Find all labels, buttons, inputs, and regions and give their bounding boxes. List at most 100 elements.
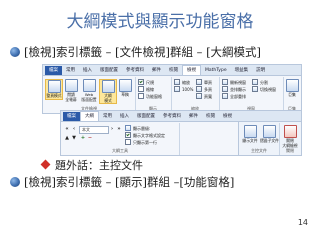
collapse-subdocuments-icon: [262, 125, 276, 138]
zoom-button-3[interactable]: 多頁: [196, 86, 212, 92]
close-outline-view-button[interactable]: 關閉 大綱檢視: [281, 125, 299, 148]
bullet-text: [檢視]索引標籤 – [文件檢視]群組 – [大綱模式]: [24, 45, 262, 59]
tab-view-3[interactable]: 版面配置: [96, 66, 122, 75]
document-view-icon: [47, 80, 61, 93]
window-button-4[interactable]: 切換視窗: [252, 86, 276, 92]
outline-ribbon-screenshot: 檔案 大綱 常用 插入 版面配置 參考資料 郵件 校閱 檢視 « ‹ 本文 › » ▲ ▼ + …: [60, 110, 302, 156]
view-mode-label: 閱讀 全螢幕: [65, 92, 77, 102]
checkbox-unchecked-icon: [138, 93, 144, 99]
group-outline-tools: « ‹ 本文 › » ▲ ▼ + − 顯示層級: 顯示文字格式設定 只顯示第一行…: [61, 123, 180, 155]
tab-view-0[interactable]: 檔案: [45, 66, 62, 75]
close-outline-icon: [283, 125, 297, 138]
tab-outline-0[interactable]: 檔案: [63, 112, 80, 121]
show-checkbox-label: 格線: [146, 87, 154, 92]
tab-view-8[interactable]: MathType: [201, 66, 231, 75]
show-text-format-label: 顯示文字格式設定: [133, 133, 165, 138]
group-document-views: 整頁模式 閱讀 全螢幕 Web 版面配置 大綱 模式 草稿 文件檢視: [43, 77, 136, 113]
promote-icon[interactable]: ‹: [71, 126, 77, 132]
tab-view-1[interactable]: 常用: [62, 66, 79, 75]
view-mode-button-1[interactable]: 閱讀 全螢幕: [63, 79, 79, 102]
zoom-button-4[interactable]: 頁寬: [196, 93, 212, 99]
macro-button[interactable]: 巨集: [284, 79, 300, 98]
demote-icon[interactable]: ›: [109, 126, 115, 132]
show-text-format-checkbox[interactable]: 顯示文字格式設定: [125, 132, 165, 138]
show-document-label: 顯示文件: [242, 138, 258, 143]
window-label: 開新視窗: [230, 80, 246, 85]
zoom-icon: [196, 93, 202, 99]
group-macro: 巨集 巨集: [283, 77, 301, 113]
group-label: 大綱工具: [112, 148, 128, 153]
tab-view-6[interactable]: 校閱: [165, 66, 182, 75]
view-mode-label: Web 版面配置: [81, 92, 97, 102]
promote-to-heading1-icon[interactable]: «: [64, 126, 70, 132]
tab-outline-8[interactable]: 檢視: [219, 112, 236, 121]
tab-view-4[interactable]: 參考資料: [122, 66, 148, 75]
window-button-3[interactable]: 分割: [252, 79, 268, 85]
tab-outline-2[interactable]: 常用: [99, 112, 116, 121]
show-checkbox-0[interactable]: 尺規: [138, 79, 154, 85]
zoom-icon: [196, 79, 202, 85]
view-mode-button-0[interactable]: 整頁模式: [45, 79, 63, 100]
window-icon: [222, 86, 228, 92]
first-line-only-checkbox[interactable]: 只顯示第一行: [125, 139, 157, 145]
window-label: 全部重排: [230, 94, 246, 99]
checkbox-checked-icon: [138, 79, 144, 85]
window-label: 切換視窗: [260, 87, 276, 92]
show-checkbox-1[interactable]: 格線: [138, 86, 154, 92]
tab-outline-6[interactable]: 郵件: [185, 112, 202, 121]
master-document-area: 顯示文件 摺疊子文件 主控文件 關閉 大綱檢視 關閉: [238, 122, 301, 155]
expand-icon[interactable]: +: [80, 135, 86, 141]
show-checkbox-2[interactable]: 功能窗格: [138, 93, 162, 99]
zoom-icon: [196, 86, 202, 92]
outline-level-select[interactable]: 本文: [79, 126, 109, 134]
tab-outline-5[interactable]: 參考資料: [159, 112, 185, 121]
tab-view-10[interactable]: 説明: [252, 66, 269, 75]
view-ribbon-screenshot: 檔案 常用 插入 版面配置 參考資料 郵件 校閱 檢視 MathType 增益集 説明 整頁模式 閱讀…: [42, 64, 302, 114]
group-window: 開新視窗 並排顯示 全部重排 分割 切換視窗 視窗: [219, 77, 284, 113]
tab-view-2[interactable]: 插入: [79, 66, 96, 75]
zoom-icon: [174, 79, 180, 85]
move-down-icon[interactable]: ▼: [71, 135, 77, 141]
window-button-2[interactable]: 全部重排: [222, 93, 246, 99]
collapse-subdocuments-button[interactable]: 摺疊子文件: [260, 125, 279, 144]
tab-view-9[interactable]: 增益集: [231, 66, 253, 75]
checkbox-checked-icon: [125, 132, 131, 138]
zoom-button-1[interactable]: 100%: [174, 86, 193, 92]
show-document-icon: [243, 125, 257, 138]
group-label: 關閉: [286, 148, 294, 153]
tab-outline-3[interactable]: 插入: [116, 112, 133, 121]
window-icon: [252, 79, 258, 85]
zoom-label: 100%: [182, 87, 194, 92]
group-master-document: 顯示文件 摺疊子文件 主控文件: [239, 123, 280, 155]
group-show: 尺規 格線 功能窗格 顯示: [135, 77, 172, 113]
window-button-0[interactable]: 開新視窗: [222, 79, 246, 85]
ribbon-tab-row: 檔案 常用 插入 版面配置 參考資料 郵件 校閱 檢視 MathType 增益集 説明: [43, 65, 301, 76]
bullet-text: [檢視]索引標籤 – [顯示]群組 –[功能窗格]: [24, 175, 235, 189]
view-mode-button-4[interactable]: 草稿: [117, 79, 133, 98]
tab-outline-4[interactable]: 版面配置: [133, 112, 159, 121]
zoom-icon: [174, 86, 180, 92]
window-icon: [252, 86, 258, 92]
demote-to-body-icon[interactable]: »: [116, 126, 122, 132]
view-mode-button-3[interactable]: 大綱 模式: [99, 79, 117, 104]
show-document-button[interactable]: 顯示文件: [241, 125, 259, 144]
bullet-view-outline: [檢視]索引標籤 – [文件檢視]群組 – [大綱模式]: [10, 44, 261, 60]
tab-outline-1[interactable]: 大綱: [80, 111, 99, 121]
view-mode-button-2[interactable]: Web 版面配置: [81, 79, 97, 102]
show-level-control[interactable]: 顯示層級:: [125, 125, 150, 131]
tab-view-5[interactable]: 郵件: [148, 66, 165, 75]
tab-outline-7[interactable]: 校閱: [202, 112, 219, 121]
collapse-icon[interactable]: −: [87, 135, 93, 141]
zoom-button-2[interactable]: 單頁: [196, 79, 212, 85]
sub-bullet-master-document: 題外話：主控文件: [40, 157, 143, 173]
group-close: 關閉 大綱檢視 關閉: [279, 123, 301, 155]
window-button-1[interactable]: 並排顯示: [222, 86, 246, 92]
show-level-label: 顯示層級:: [133, 126, 151, 131]
first-line-only-label: 只顯示第一行: [133, 140, 157, 145]
zoom-button-0[interactable]: 縮放: [174, 79, 190, 85]
tab-view-7[interactable]: 檢視: [182, 65, 201, 75]
diamond-bullet-icon: [40, 159, 51, 170]
move-up-icon[interactable]: ▲: [64, 135, 70, 141]
document-view-icon: [118, 79, 132, 92]
bullet-navigation-pane: [檢視]索引標籤 – [顯示]群組 –[功能窗格]: [10, 174, 234, 190]
